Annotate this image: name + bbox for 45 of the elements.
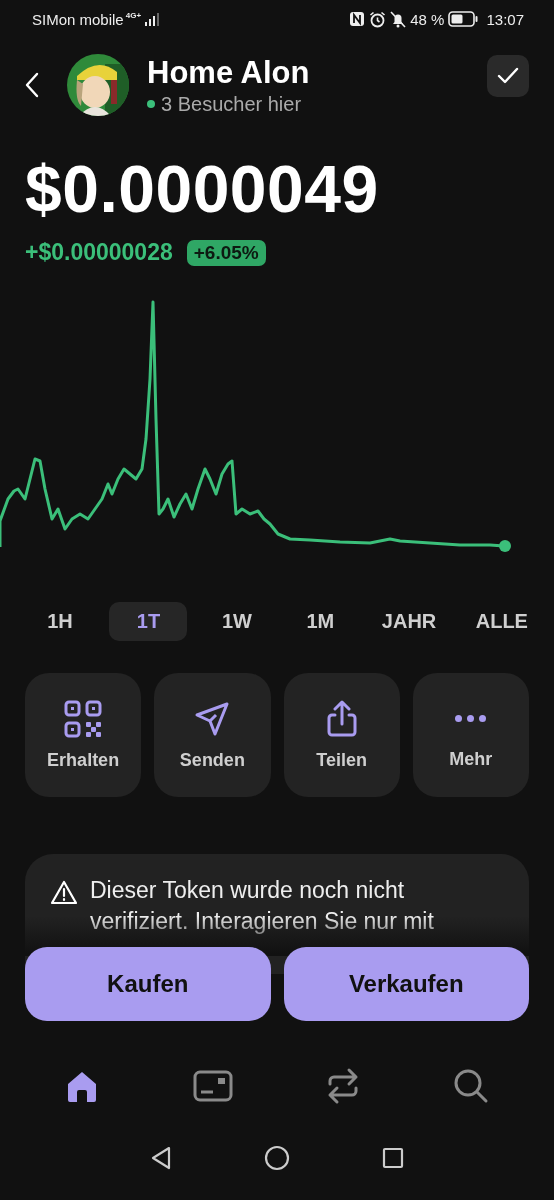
time-range-tab[interactable]: 1H <box>26 601 94 641</box>
visitor-count: 3 Besucher hier <box>161 92 302 116</box>
time-range-tab[interactable]: 1T <box>109 601 188 641</box>
clock-time: 13:07 <box>486 10 524 28</box>
home-circle-icon <box>264 1145 290 1171</box>
signal-icon <box>145 12 160 26</box>
token-title: Home Alon <box>147 54 311 91</box>
warning-icon <box>50 880 78 905</box>
share-button[interactable]: Teilen <box>283 673 400 797</box>
more-button[interactable]: Mehr <box>412 673 529 797</box>
price-change: +$0.00000028 <box>25 239 173 266</box>
confirm-button[interactable] <box>487 55 529 97</box>
muted-bell-icon <box>390 10 407 28</box>
battery-percent: 48 % <box>410 10 445 28</box>
alarm-icon <box>369 10 387 28</box>
nfc-icon <box>349 11 366 27</box>
swap-arrows-icon <box>327 1067 359 1105</box>
time-range-tab[interactable]: 1W <box>202 601 271 641</box>
more-icon <box>455 715 487 722</box>
qr-code-icon <box>64 699 103 738</box>
sell-button[interactable]: Verkaufen <box>283 947 529 1021</box>
system-nav-button[interactable] <box>264 1145 290 1171</box>
token-price: $0.0000049 <box>25 151 380 227</box>
time-range-tab[interactable]: 1M <box>286 601 355 641</box>
buy-button[interactable]: Kaufen <box>25 947 271 1021</box>
send-button[interactable]: Senden <box>154 673 271 797</box>
home-icon <box>65 1069 99 1103</box>
system-nav-button[interactable] <box>150 1146 172 1170</box>
system-nav-button[interactable] <box>382 1147 404 1169</box>
receive-button[interactable]: Erhalten <box>25 673 142 797</box>
wallet-card-icon <box>193 1070 233 1102</box>
recent-apps-icon <box>382 1147 404 1169</box>
current-point-dot <box>499 540 511 552</box>
search-icon <box>453 1068 489 1104</box>
network-type: 4G+ <box>125 11 142 20</box>
carrier-name: SIMon mobile <box>32 10 124 28</box>
time-range-tab[interactable]: JAHR <box>369 601 449 641</box>
back-icon <box>150 1146 172 1170</box>
chevron-left-icon <box>25 72 39 98</box>
battery-icon <box>448 11 479 27</box>
time-range-tab[interactable]: ALLE <box>463 601 540 641</box>
online-dot <box>147 100 155 108</box>
percent-change-badge: +6.05% <box>186 239 266 266</box>
warning-text: Dieser Token wurde noch nicht verifiziert. Interagieren Sie nur mit <box>90 876 435 936</box>
check-icon <box>497 67 519 85</box>
